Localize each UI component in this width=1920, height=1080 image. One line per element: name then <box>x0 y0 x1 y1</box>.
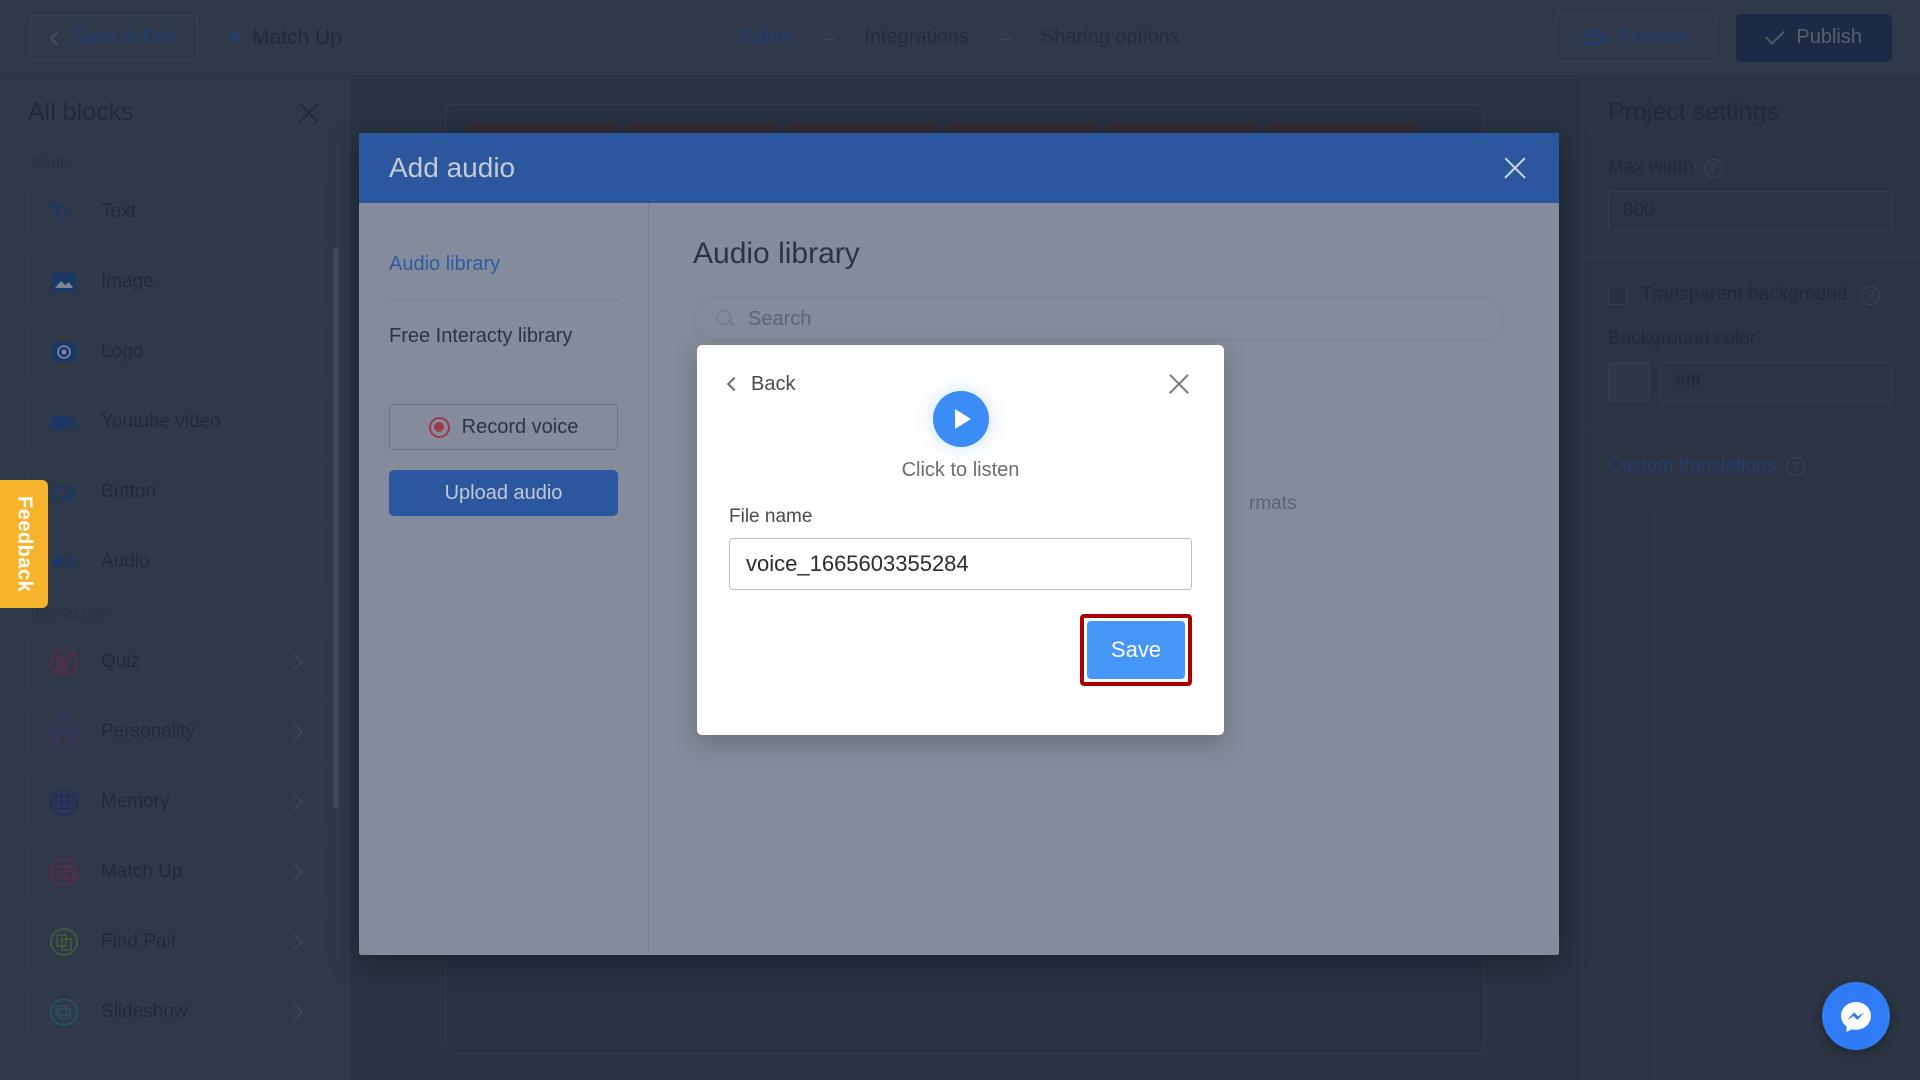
search-input[interactable]: Search <box>693 297 1503 341</box>
upload-audio-label: Upload audio <box>444 481 563 504</box>
modal-sidebar: Audio library Free Interacty library Rec… <box>359 203 649 955</box>
audio-player: Click to listen <box>729 391 1192 482</box>
messenger-chat-button[interactable] <box>1822 982 1890 1050</box>
tab-audio-library[interactable]: Audio library <box>389 243 618 286</box>
record-voice-button[interactable]: Record voice <box>389 404 618 450</box>
back-button[interactable]: Back <box>726 372 796 396</box>
file-name-value: voice_1665603355284 <box>746 551 969 576</box>
search-icon <box>716 310 734 328</box>
supported-formats-hint: rmats <box>1249 493 1297 514</box>
record-voice-label: Record voice <box>461 415 579 438</box>
record-icon <box>428 416 450 438</box>
modal-title: Add audio <box>389 152 516 183</box>
messenger-icon <box>1841 1002 1871 1032</box>
feedback-tab[interactable]: Feedback <box>0 480 48 608</box>
search-placeholder: Search <box>748 307 812 330</box>
save-button-label: Save <box>1110 637 1162 662</box>
tab-free-interacty-library[interactable]: Free Interacty library <box>389 315 618 358</box>
file-name-input[interactable]: voice_1665603355284 <box>729 538 1192 590</box>
dialog-actions: Save <box>729 614 1192 686</box>
play-button[interactable] <box>932 391 989 447</box>
dialog-close-icon[interactable] <box>1166 371 1192 397</box>
upload-audio-button[interactable]: Upload audio <box>389 470 618 516</box>
record-voice-dialog: Back Click to listen File name voice_166… <box>697 345 1224 735</box>
modal-close-icon[interactable] <box>1501 154 1529 182</box>
content-title: Audio library <box>693 237 860 270</box>
file-name-label: File name <box>729 506 813 527</box>
feedback-tab-label: Feedback <box>13 495 36 593</box>
back-label: Back <box>751 372 796 395</box>
play-icon <box>954 409 971 429</box>
click-to-listen-label: Click to listen <box>901 459 1020 481</box>
save-button-highlight: Save <box>1080 614 1192 686</box>
save-button[interactable]: Save <box>1087 621 1185 679</box>
tab-divider <box>389 300 618 301</box>
chevron-left-icon <box>726 376 742 392</box>
modal-header: Add audio <box>359 133 1559 203</box>
